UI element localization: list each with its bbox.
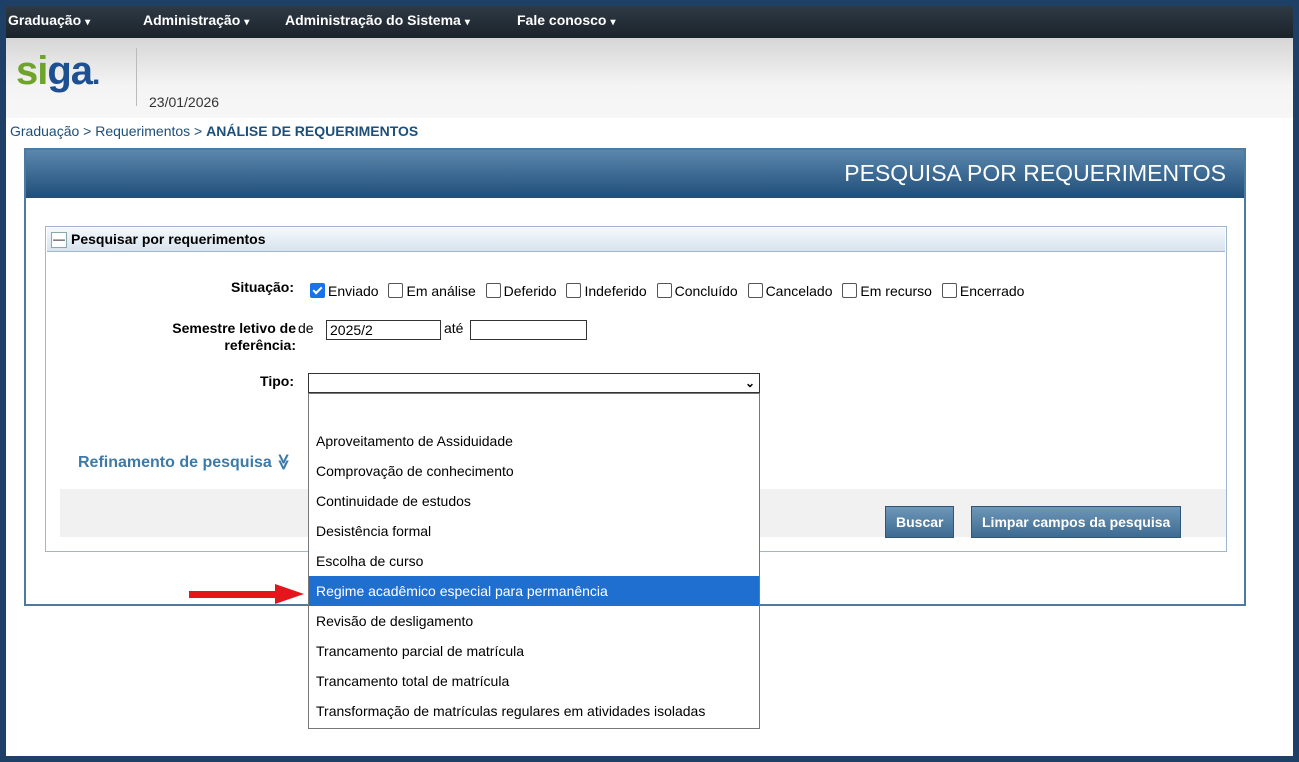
checkbox-indeferido[interactable] — [566, 283, 582, 298]
checkbox-em-recurso[interactable] — [842, 283, 858, 298]
option-label: Em análise — [406, 283, 476, 299]
dropdown-option-selected[interactable]: Regime acadêmico especial para permanênc… — [309, 576, 759, 606]
checkbox-deferido[interactable] — [485, 283, 501, 298]
checkbox-cancelado[interactable] — [747, 283, 763, 298]
siga-logo[interactable]: siga. — [16, 46, 100, 100]
option-label: Indeferido — [584, 283, 647, 299]
option-label: Em recurso — [860, 283, 932, 299]
double-chevron-down-icon: ≫ — [274, 453, 292, 471]
tipo-label: Tipo: — [260, 373, 294, 389]
caret-down-icon: ▾ — [610, 17, 616, 28]
option-label: Concluído — [674, 283, 738, 299]
current-date: 23/01/2026 — [149, 94, 220, 110]
menu-fale-conosco[interactable]: Fale conosco ▾ — [517, 6, 616, 38]
fieldset-title: Pesquisar por requerimentos — [71, 231, 266, 247]
dropdown-option[interactable]: Aproveitamento de Assiduidade — [309, 426, 759, 456]
menu-administracao[interactable]: Administração ▾ — [143, 6, 249, 38]
checkbox-concluido[interactable] — [656, 283, 672, 298]
tipo-select[interactable]: ⌄ — [308, 373, 760, 393]
situacao-label: Situação: — [230, 279, 294, 295]
refinement-toggle[interactable]: Refinamento de pesquisa ≫ — [78, 452, 292, 472]
semestre-ate-input[interactable] — [470, 320, 587, 340]
clear-search-button[interactable]: Limpar campos da pesquisa — [971, 506, 1182, 538]
dropdown-option[interactable]: Escolha de curso — [309, 546, 759, 576]
option-label: Enviado — [328, 283, 379, 299]
caret-down-icon: ▾ — [464, 17, 470, 28]
checkbox-encerrado[interactable] — [941, 283, 957, 298]
search-button[interactable]: Buscar — [885, 506, 955, 538]
dropdown-option[interactable]: Revisão de desligamento — [309, 606, 759, 636]
dropdown-option[interactable]: Trancamento total de matrícula — [309, 666, 759, 696]
checkbox-em-analise[interactable] — [388, 283, 404, 298]
semestre-de-input[interactable]: 2025/2 — [326, 320, 441, 340]
top-menu-bar: Graduação ▾ Administração ▾ Administração … — [6, 6, 1293, 38]
header: siga. 23/01/2026 — [6, 38, 1293, 118]
breadcrumb: Graduação > Requerimentos > ANÁLISE DE R… — [10, 123, 418, 139]
option-label: Deferido — [503, 283, 557, 299]
dropdown-option[interactable]: Continuidade de estudos — [309, 486, 759, 516]
collapse-icon[interactable]: — — [51, 232, 67, 248]
menu-administracao-sistema[interactable]: Administração do Sistema ▾ — [285, 6, 470, 38]
checkbox-enviado[interactable] — [310, 283, 325, 298]
option-label: Cancelado — [765, 283, 833, 299]
dropdown-option[interactable]: Comprovação de conhecimento — [309, 456, 759, 486]
situacao-options: Enviado Em análise Deferido Indeferido C… — [306, 283, 1026, 299]
de-label: de — [298, 320, 314, 336]
fieldset-header: — Pesquisar por requerimentos — [47, 228, 1225, 252]
dropdown-option[interactable]: Desistência formal — [309, 516, 759, 546]
semestre-label: Semestre letivo de referência: — [172, 320, 296, 353]
breadcrumb-current: ANÁLISE DE REQUERIMENTOS — [206, 123, 419, 139]
chevron-down-icon: ⌄ — [744, 376, 755, 390]
dropdown-option[interactable] — [309, 396, 759, 426]
dropdown-option[interactable]: Transformação de matrículas regulares em… — [309, 696, 759, 726]
caret-down-icon: ▾ — [85, 17, 91, 28]
app-window: Graduação ▾ Administração ▾ Administração … — [6, 6, 1293, 756]
menu-graduacao[interactable]: Graduação ▾ — [8, 6, 90, 38]
caret-down-icon: ▾ — [244, 17, 250, 28]
ate-label: até — [444, 320, 464, 336]
red-arrow-annotation — [189, 584, 304, 604]
dropdown-option[interactable]: Trancamento parcial de matrícula — [309, 636, 759, 666]
panel-header: PESQUISA POR REQUERIMENTOS — [26, 150, 1244, 198]
tipo-dropdown-list: Aproveitamento de Assiduidade Comprovaçã… — [308, 393, 760, 729]
panel-title: PESQUISA POR REQUERIMENTOS — [844, 160, 1226, 186]
divider — [136, 48, 137, 106]
breadcrumb-path[interactable]: Graduação > Requerimentos > — [10, 123, 206, 139]
option-label: Encerrado — [959, 283, 1025, 299]
